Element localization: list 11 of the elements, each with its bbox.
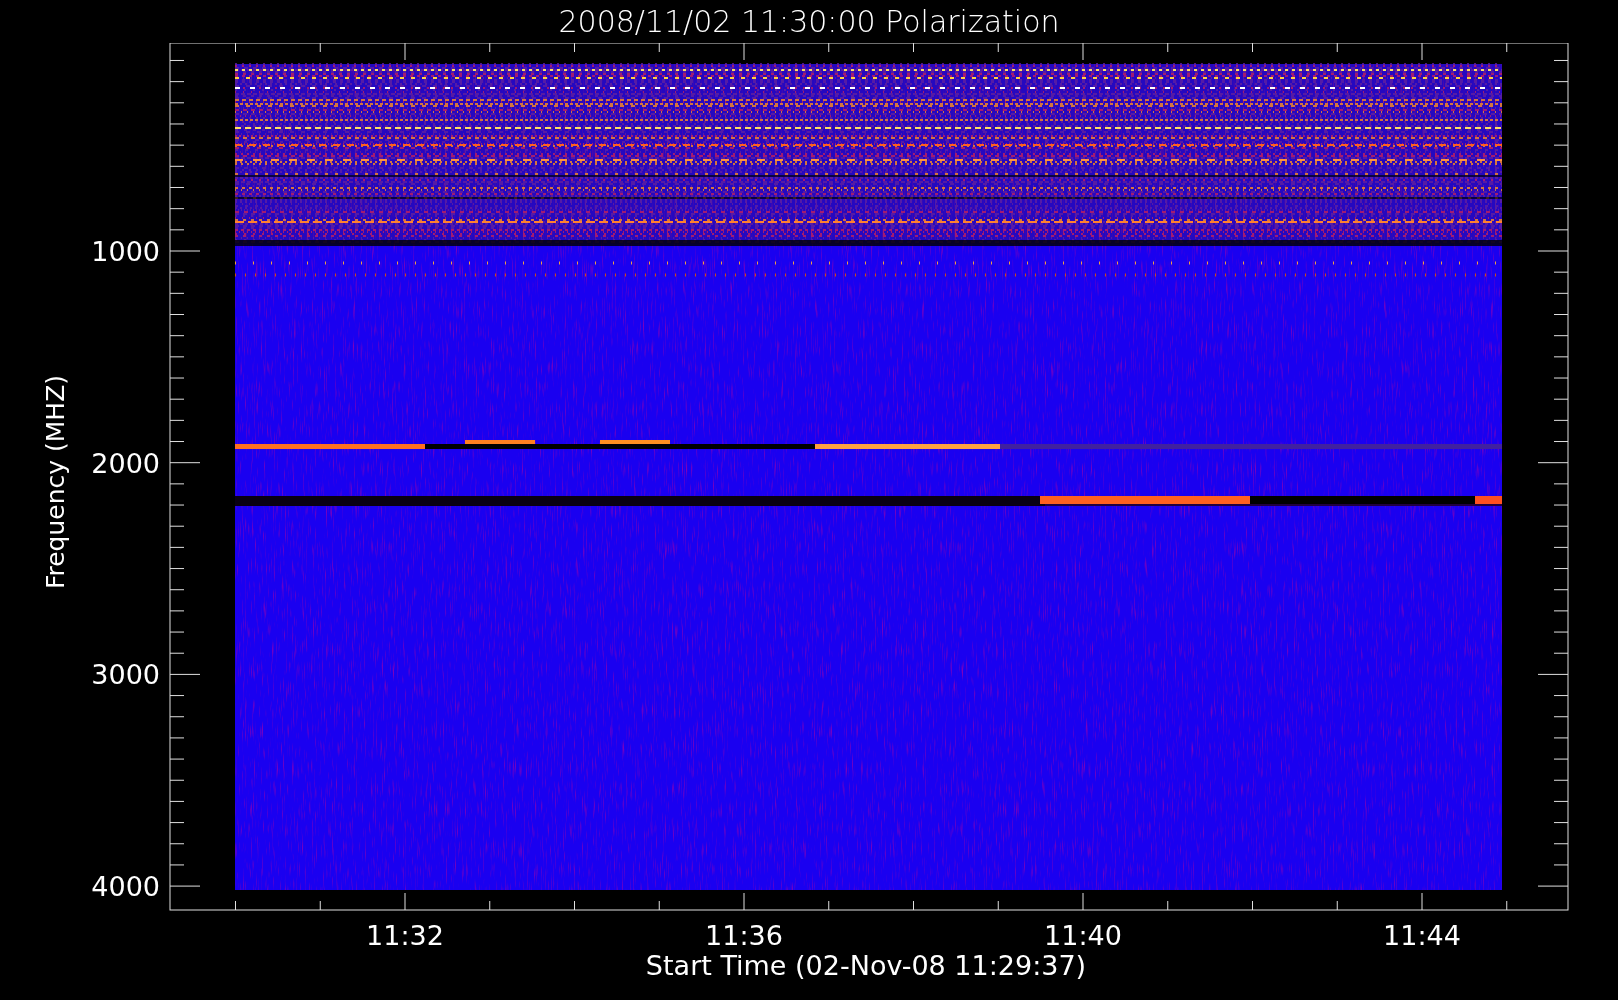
y-tick-label: 3000 bbox=[91, 659, 160, 691]
y-axis-title: Frequency (MHZ) bbox=[41, 374, 70, 590]
x-tick-label: 11:40 bbox=[1044, 920, 1122, 951]
x-tick-label: 11:32 bbox=[366, 920, 444, 951]
x-tick-label: 11:44 bbox=[1383, 920, 1461, 951]
x-tick-label: 11:36 bbox=[705, 920, 783, 951]
y-tick-label: 1000 bbox=[91, 236, 160, 267]
plot-title: 2008/11/02 11:30:00 Polarization bbox=[558, 6, 1060, 37]
y-tick-label: 2000 bbox=[91, 447, 160, 479]
x-axis-title: Start Time (02-Nov-08 11:29:37) bbox=[645, 950, 1087, 981]
y-tick-label: 4000 bbox=[91, 871, 160, 903]
